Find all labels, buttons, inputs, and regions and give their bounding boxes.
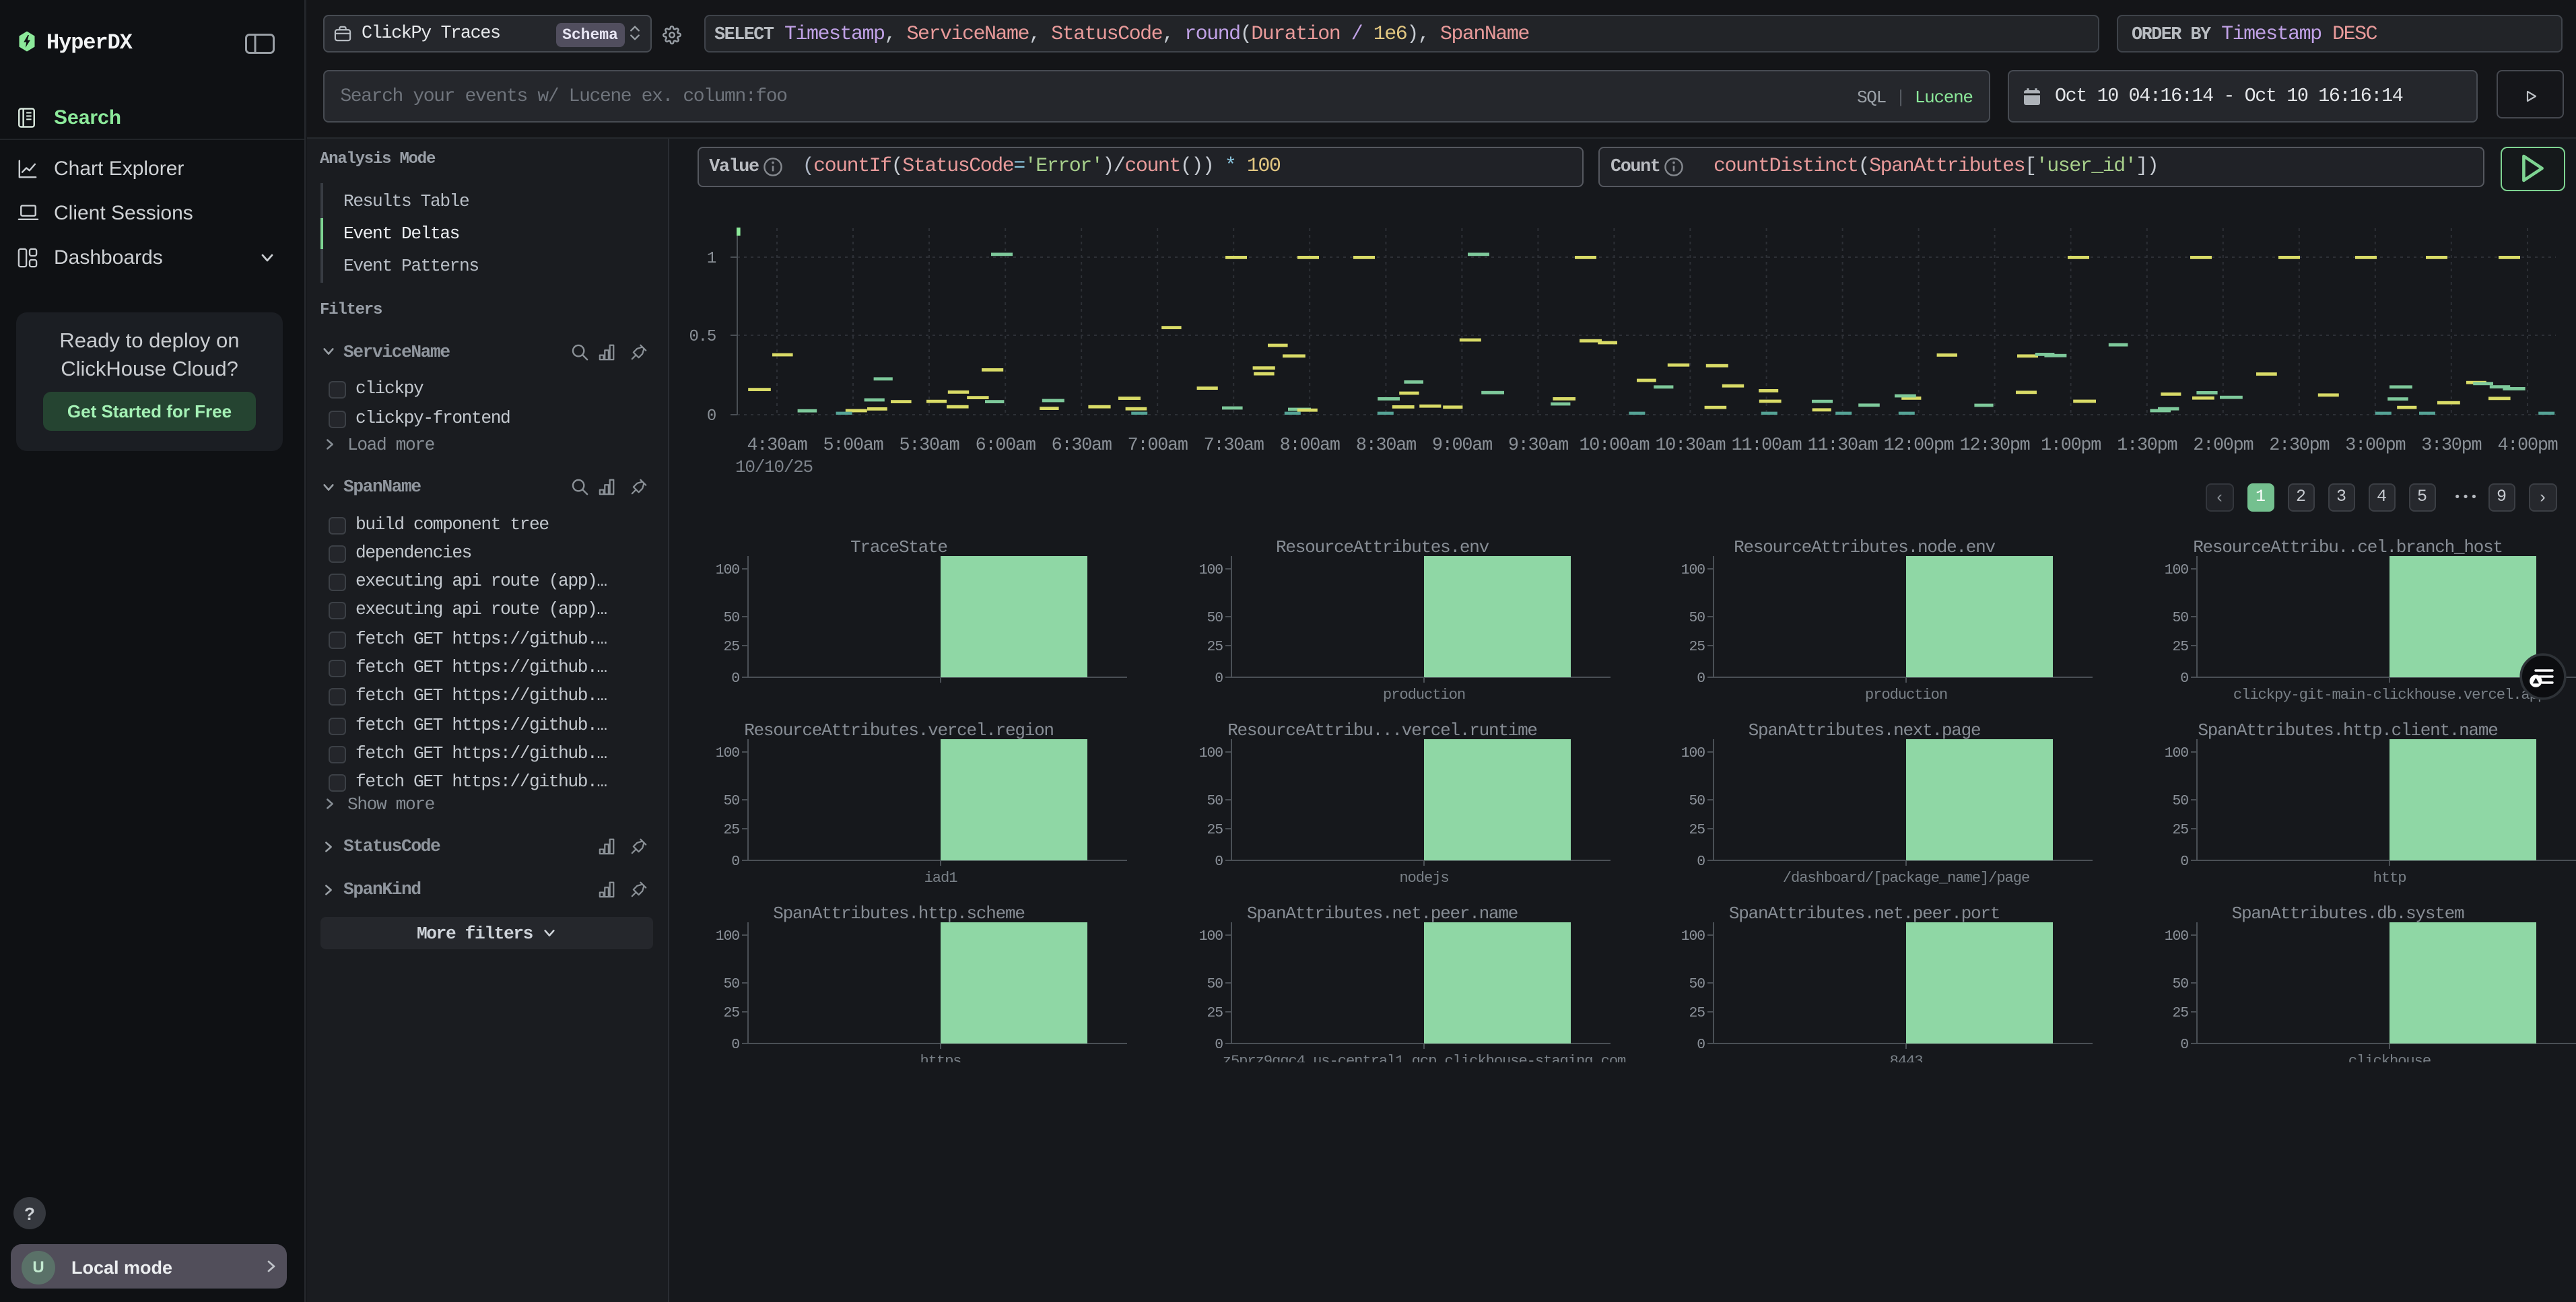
svg-text:9:30am: 9:30am [1508,436,1568,456]
svg-text:25: 25 [1207,822,1223,838]
svg-text:iad1: iad1 [924,870,958,887]
svg-text:1: 1 [707,250,716,268]
svg-text:0: 0 [1697,854,1705,870]
svg-text:5:00am: 5:00am [823,436,883,456]
svg-text:100: 100 [2164,928,2188,944]
svg-text:8:00am: 8:00am [1280,436,1340,456]
svg-text:50: 50 [1689,975,1705,992]
svg-text:25: 25 [1207,639,1223,655]
svg-text:9:00am: 9:00am [1432,436,1492,456]
svg-text:50: 50 [724,610,740,626]
svg-text:SpanAttributes.next.page: SpanAttributes.next.page [1749,720,1981,741]
svg-text:0: 0 [1697,671,1705,687]
svg-text:100: 100 [1681,745,1705,761]
svg-text:4:00pm: 4:00pm [2497,436,2557,456]
svg-text:2:30pm: 2:30pm [2269,436,2329,456]
svg-text:0: 0 [2179,1036,2188,1052]
svg-text:50: 50 [724,793,740,809]
svg-text:100: 100 [2164,562,2188,578]
svg-text:SpanAttributes.db.system: SpanAttributes.db.system [2231,903,2464,923]
svg-text:8443: 8443 [1890,1052,1923,1062]
svg-text:0: 0 [707,407,716,425]
svg-text:25: 25 [2172,639,2188,655]
svg-text:100: 100 [1198,745,1222,761]
svg-text:ResourceAttribu..cel.branch_ho: ResourceAttribu..cel.branch_host [2192,537,2502,557]
svg-text:7:30am: 7:30am [1204,436,1264,456]
svg-text:100: 100 [1198,928,1222,944]
svg-text:50: 50 [1689,610,1705,626]
svg-text:25: 25 [2172,1004,2188,1021]
svg-text:SpanAttributes.http.scheme: SpanAttributes.http.scheme [773,903,1024,923]
svg-text:nodejs: nodejs [1398,870,1448,887]
svg-text:0: 0 [1214,671,1222,687]
svg-text:1:30pm: 1:30pm [2117,436,2177,456]
svg-text:25: 25 [1207,1004,1223,1021]
svg-text:8:30am: 8:30am [1356,436,1416,456]
svg-text:25: 25 [1689,822,1705,838]
svg-text:clickhouse: clickhouse [2348,1052,2430,1062]
svg-text:100: 100 [1681,928,1705,944]
svg-text:50: 50 [1207,793,1223,809]
svg-text:1:00pm: 1:00pm [2041,436,2101,456]
svg-text:10:00am: 10:00am [1579,436,1649,456]
svg-text:25: 25 [724,639,740,655]
svg-text:0: 0 [731,671,739,687]
svg-text:50: 50 [2172,975,2188,992]
svg-text:0: 0 [2179,671,2188,687]
svg-text:http: http [2373,870,2406,887]
svg-text:0: 0 [1697,1036,1705,1052]
svg-text:10/10/25: 10/10/25 [735,457,813,477]
svg-text:100: 100 [2164,745,2188,761]
svg-text:12:00pm: 12:00pm [1884,436,1954,456]
svg-text:100: 100 [716,928,739,944]
svg-text:100: 100 [1198,562,1222,578]
svg-text:7:00am: 7:00am [1128,436,1188,456]
svg-text:3:30pm: 3:30pm [2421,436,2481,456]
svg-text:ResourceAttributes.node.env: ResourceAttributes.node.env [1734,537,1995,557]
svg-text:SpanAttributes.net.peer.name: SpanAttributes.net.peer.name [1246,903,1517,923]
svg-text:https: https [920,1052,961,1062]
svg-text:0: 0 [1214,854,1222,870]
svg-text:0: 0 [2179,854,2188,870]
svg-text:0.5: 0.5 [689,328,716,346]
svg-text:6:30am: 6:30am [1052,436,1112,456]
svg-text:/dashboard/[package_name]/page: /dashboard/[package_name]/page [1783,870,2029,887]
svg-text:5:30am: 5:30am [899,436,959,456]
svg-text:25: 25 [724,1004,740,1021]
svg-text:SpanAttributes.net.peer.port: SpanAttributes.net.peer.port [1729,903,2000,923]
svg-text:production: production [1865,687,1947,704]
svg-text:2:00pm: 2:00pm [2193,436,2253,456]
svg-text:TraceState: TraceState [850,537,947,557]
svg-text:clickpy-git-main-clickhouse.ve: clickpy-git-main-clickhouse.vercel.app [2233,687,2545,704]
svg-text:10:30am: 10:30am [1655,436,1725,456]
svg-text:100: 100 [716,745,739,761]
svg-text:11:00am: 11:00am [1732,436,1802,456]
svg-text:50: 50 [1689,793,1705,809]
svg-text:0: 0 [731,854,739,870]
svg-text:ResourceAttributes.env: ResourceAttributes.env [1275,537,1489,557]
svg-text:4:30am: 4:30am [747,436,807,456]
svg-text:z5prz9ggc4.us-central1.gcp.cli: z5prz9ggc4.us-central1.gcp.clickhouse-st… [1222,1052,1625,1062]
svg-text:50: 50 [2172,793,2188,809]
svg-text:6:00am: 6:00am [976,436,1036,456]
svg-text:0: 0 [1214,1036,1222,1052]
svg-text:25: 25 [724,822,740,838]
svg-text:0: 0 [731,1036,739,1052]
svg-text:100: 100 [716,562,739,578]
svg-text:50: 50 [724,975,740,992]
svg-text:25: 25 [2172,822,2188,838]
svg-text:12:30pm: 12:30pm [1960,436,2030,456]
svg-text:SpanAttributes.http.client.nam: SpanAttributes.http.client.name [2197,720,2497,741]
svg-text:50: 50 [2172,610,2188,626]
svg-text:ResourceAttributes.vercel.regi: ResourceAttributes.vercel.region [744,720,1054,741]
svg-text:50: 50 [1207,610,1223,626]
svg-text:ResourceAttribu...vercel.runti: ResourceAttribu...vercel.runtime [1227,720,1536,741]
svg-text:3:00pm: 3:00pm [2345,436,2405,456]
svg-text:production: production [1382,687,1464,704]
svg-text:25: 25 [1689,1004,1705,1021]
svg-text:25: 25 [1689,639,1705,655]
svg-text:100: 100 [1681,562,1705,578]
svg-text:50: 50 [1207,975,1223,992]
svg-text:11:30am: 11:30am [1808,436,1878,456]
